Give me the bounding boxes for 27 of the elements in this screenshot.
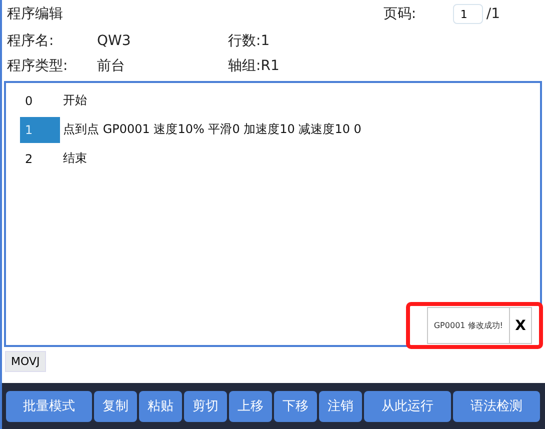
toolbar-button[interactable]: 剪切 — [184, 390, 227, 422]
line-number[interactable]: 1 — [20, 116, 60, 142]
page-title: 程序编辑 — [7, 5, 64, 23]
line-number[interactable]: 2 — [20, 146, 60, 172]
toolbar-button[interactable]: 批量模式 — [6, 390, 92, 422]
line-number[interactable]: 0 — [20, 88, 60, 114]
program-line-text[interactable]: 开始 — [63, 92, 87, 109]
command-tag: MOVJ — [5, 350, 46, 372]
toolbar-button[interactable]: 语法检测 — [453, 390, 540, 422]
toolbar-button[interactable]: 从此运行 — [364, 390, 451, 422]
info-label: 程序名: — [7, 32, 55, 50]
toolbar-button[interactable]: 注销 — [319, 390, 362, 422]
program-line-text[interactable]: 点到点 GP0001 速度10% 平滑0 加速度10 减速度10 0 — [63, 121, 362, 138]
toolbar-button[interactable]: 复制 — [94, 390, 137, 422]
program-line-text[interactable]: 结束 — [63, 150, 87, 167]
toolbar-button[interactable]: 上移 — [229, 390, 272, 422]
info-value: QW3 — [97, 32, 132, 48]
info-text: 行数:1 — [228, 32, 270, 50]
info-text: 轴组:R1 — [228, 56, 280, 74]
toolbar-button[interactable]: 粘贴 — [139, 390, 182, 422]
page-label: 页码: — [383, 5, 418, 23]
toolbar-button[interactable]: 下移 — [274, 390, 317, 422]
info-value: 前台 — [97, 56, 126, 74]
toast-message: GP0001 修改成功! — [432, 320, 504, 332]
page-input-field[interactable]: 1 — [453, 4, 484, 24]
info-label: 程序类型: — [7, 56, 69, 74]
page-total: /1 — [486, 6, 500, 22]
